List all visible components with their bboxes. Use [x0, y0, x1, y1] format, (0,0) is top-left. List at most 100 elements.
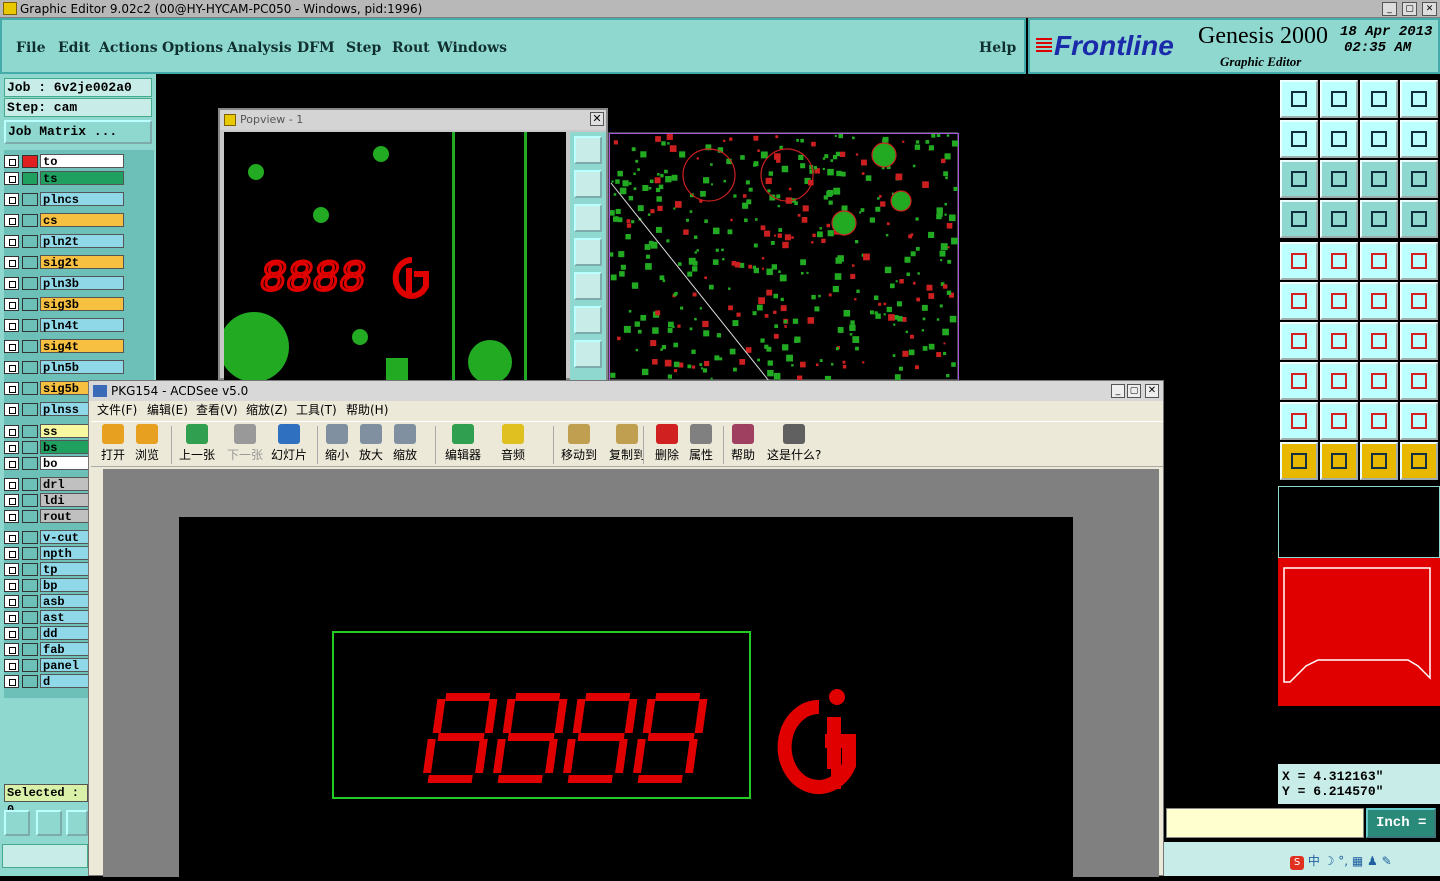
menu-rout[interactable]: Rout [392, 40, 430, 56]
layer-checkbox[interactable] [4, 457, 19, 470]
layer-color-swatch[interactable] [22, 627, 38, 640]
layer-row[interactable]: to [4, 154, 126, 169]
route-icon[interactable] [1400, 442, 1438, 480]
layer-color-swatch[interactable] [22, 193, 38, 206]
layer-color-swatch[interactable] [22, 361, 38, 374]
layer-checkbox[interactable] [4, 214, 19, 227]
pick-icon[interactable] [1360, 442, 1398, 480]
layer-row[interactable]: cs [4, 213, 126, 228]
ratio-icon[interactable] [1360, 160, 1398, 198]
layer-color-swatch[interactable] [22, 579, 38, 592]
grid-icon[interactable] [1320, 200, 1358, 238]
acdsee-move-to-button[interactable]: 移动到 [561, 424, 597, 466]
layer-color-swatch[interactable] [22, 441, 38, 454]
layer-color-swatch[interactable] [22, 510, 38, 523]
layer-color-swatch[interactable] [22, 595, 38, 608]
layer-checkbox[interactable] [4, 675, 19, 688]
layer-color-swatch[interactable] [22, 425, 38, 438]
popview-tool-fit-icon[interactable] [574, 306, 602, 334]
layer-checkbox[interactable] [4, 441, 19, 454]
zoom-area-icon[interactable] [36, 810, 62, 836]
layer-color-swatch[interactable] [22, 675, 38, 688]
layer-checkbox[interactable] [4, 595, 19, 608]
acdsee-viewer[interactable] [103, 469, 1159, 877]
layer-checkbox[interactable] [4, 611, 19, 624]
layer-checkbox[interactable] [4, 193, 19, 206]
layer-color-swatch[interactable] [22, 643, 38, 656]
triangle-icon[interactable] [1280, 402, 1318, 440]
acdsee-menu-help[interactable]: 帮助(H) [346, 401, 388, 419]
fit-icon[interactable] [1280, 160, 1318, 198]
layer-row[interactable]: sig2t [4, 255, 126, 270]
layer-row[interactable]: plncs [4, 192, 126, 207]
acdsee-prev-button[interactable]: 上一张 [179, 424, 215, 466]
layer-checkbox[interactable] [4, 494, 19, 507]
line-icon[interactable] [1320, 242, 1358, 280]
mini-map[interactable] [1278, 558, 1440, 706]
maximize-button[interactable]: ▢ [1402, 2, 1417, 16]
layer-checkbox[interactable] [4, 155, 19, 168]
tray-icons[interactable]: 中 ☽ °, ▦ ♟ ✎ [1308, 854, 1392, 868]
popview-tool-down-icon[interactable] [574, 204, 602, 232]
layer-color-swatch[interactable] [22, 659, 38, 672]
layer-color-swatch[interactable] [22, 611, 38, 624]
arc-icon[interactable] [1360, 322, 1398, 360]
acdsee-menu-edit[interactable]: 编辑(E) [147, 401, 188, 419]
acdsee-help-button[interactable]: 帮助 [731, 424, 755, 466]
layer-checkbox[interactable] [4, 425, 19, 438]
popview-canvas[interactable]: 8888 [219, 132, 566, 384]
arch-alt-icon[interactable] [1400, 402, 1438, 440]
layer-checkbox[interactable] [4, 627, 19, 640]
export-icon[interactable] [1320, 120, 1358, 158]
acdsee-menu-tools[interactable]: 工具(T) [296, 401, 337, 419]
select-icon[interactable] [1320, 442, 1358, 480]
acdsee-browse-button[interactable]: 浏览 [135, 424, 159, 466]
layer-row[interactable]: pln4t [4, 318, 126, 333]
acdsee-properties-button[interactable]: 属性 [689, 424, 713, 466]
menu-dfm[interactable]: DFM [297, 40, 335, 56]
layer-name[interactable]: sig2t [40, 255, 124, 270]
acdsee-delete-button[interactable]: 删除 [655, 424, 679, 466]
acdsee-copy-to-button[interactable]: 复制到 [609, 424, 645, 466]
layer-color-swatch[interactable] [22, 298, 38, 311]
import-icon[interactable] [1280, 120, 1318, 158]
layer-checkbox[interactable] [4, 382, 19, 395]
layer-color-swatch[interactable] [22, 155, 38, 168]
snap-alt-icon[interactable] [1400, 200, 1438, 238]
layer-checkbox[interactable] [4, 531, 19, 544]
layer-row[interactable]: sig4t [4, 339, 126, 354]
minimize-button[interactable]: _ [1382, 2, 1397, 16]
menu-help[interactable]: Help [979, 40, 1016, 56]
layer-color-swatch[interactable] [22, 494, 38, 507]
layer-color-swatch[interactable] [22, 563, 38, 576]
menu-options[interactable]: Options [162, 40, 223, 56]
acdsee-editor-button[interactable]: 编辑器 [445, 424, 481, 466]
layer-checkbox[interactable] [4, 563, 19, 576]
slash-icon[interactable] [1320, 322, 1358, 360]
layer-name[interactable]: pln4t [40, 318, 124, 333]
layer-checkbox[interactable] [4, 510, 19, 523]
acdsee-slideshow-button[interactable]: 幻灯片 [271, 424, 307, 466]
layer-color-swatch[interactable] [22, 235, 38, 248]
layer-checkbox[interactable] [4, 579, 19, 592]
layer-name[interactable]: sig3b [40, 297, 124, 312]
layer-color-swatch[interactable] [22, 382, 38, 395]
zoom-fit-icon[interactable] [4, 810, 30, 836]
layer-color-swatch[interactable] [22, 403, 38, 416]
node-icon[interactable] [1400, 282, 1438, 320]
help-icon[interactable] [1400, 160, 1438, 198]
connect-icon[interactable] [1280, 282, 1318, 320]
layer-color-swatch[interactable] [22, 256, 38, 269]
layer-row[interactable]: ts [4, 171, 126, 186]
menu-step[interactable]: Step [346, 40, 381, 56]
layer-name[interactable]: to [40, 154, 124, 169]
layer-color-swatch[interactable] [22, 214, 38, 227]
layer-color-swatch[interactable] [22, 319, 38, 332]
layer-checkbox[interactable] [4, 277, 19, 290]
ruler-icon[interactable] [1280, 200, 1318, 238]
layer-name[interactable]: ts [40, 171, 124, 186]
acdsee-audio-button[interactable]: 音频 [501, 424, 525, 466]
acdsee-menu-zoom[interactable]: 缩放(Z) [246, 401, 288, 419]
layer-checkbox[interactable] [4, 172, 19, 185]
save-icon[interactable] [1320, 80, 1358, 118]
